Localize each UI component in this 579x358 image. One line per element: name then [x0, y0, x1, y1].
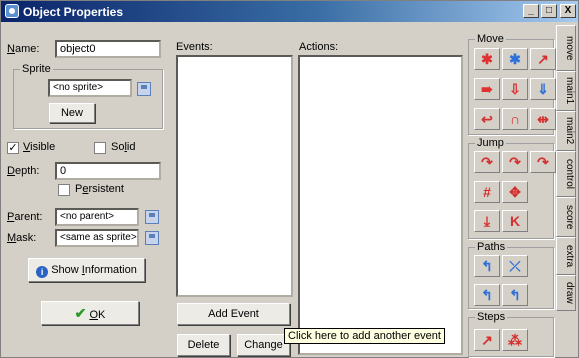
- tab-extra[interactable]: extra: [556, 237, 576, 275]
- title-bar[interactable]: Object Properties _ □ X: [1, 1, 578, 22]
- mask-menu-icon[interactable]: [145, 231, 159, 245]
- reverse-vertical-icon[interactable]: ∩: [502, 108, 528, 130]
- step-avoiding-icon[interactable]: ⁂: [502, 329, 528, 351]
- object-properties-window: Object Properties _ □ X Name: object0 Sp…: [0, 0, 579, 358]
- path-position-icon[interactable]: ↰: [474, 284, 500, 306]
- set-path-icon[interactable]: ↰: [474, 255, 500, 277]
- tab-main1[interactable]: main1: [556, 71, 576, 111]
- events-label: Events:: [176, 41, 213, 53]
- move-fixed-icon[interactable]: ✱: [474, 48, 500, 70]
- friction-icon[interactable]: ⇹: [530, 108, 556, 130]
- vertical-speed-icon[interactable]: ⇩: [502, 78, 528, 100]
- name-label: Name:: [7, 43, 40, 55]
- minimize-button[interactable]: _: [523, 4, 539, 18]
- depth-field[interactable]: 0: [55, 162, 161, 180]
- tab-score[interactable]: score: [556, 197, 576, 237]
- actions-label: Actions:: [299, 41, 339, 53]
- events-list[interactable]: [176, 55, 293, 297]
- depth-label: Depth:: [7, 165, 40, 177]
- sprite-menu-icon[interactable]: [137, 82, 151, 96]
- horizontal-speed-icon[interactable]: ➠: [474, 78, 500, 100]
- persistent-checkbox[interactable]: [58, 184, 70, 196]
- delete-event-button[interactable]: Delete: [177, 334, 230, 356]
- step-towards-icon[interactable]: ↗: [474, 329, 500, 351]
- object-icon: [5, 4, 19, 18]
- actions-list[interactable]: [298, 55, 463, 355]
- steps-group-title: Steps: [475, 311, 508, 323]
- parent-field[interactable]: <no parent>: [55, 208, 139, 226]
- end-path-icon[interactable]: ⤫: [502, 255, 528, 277]
- sprite-group-title: Sprite: [20, 63, 53, 75]
- tab-draw[interactable]: draw: [556, 275, 576, 311]
- show-information-button[interactable]: i Show Information: [28, 258, 145, 282]
- reverse-horizontal-icon[interactable]: ↩: [474, 108, 500, 130]
- ok-button[interactable]: ✔ OK: [41, 301, 139, 325]
- path-speed-icon[interactable]: ↰: [502, 284, 528, 306]
- tab-move[interactable]: move: [556, 25, 576, 71]
- jump-to-random-icon[interactable]: ↷: [530, 151, 556, 173]
- jump-group-title: Jump: [475, 137, 506, 149]
- maximize-button[interactable]: □: [541, 4, 557, 18]
- persistent-label: Persistent: [75, 183, 124, 195]
- parent-menu-icon[interactable]: [145, 210, 159, 224]
- move-to-contact-icon[interactable]: ⤓: [474, 210, 500, 232]
- align-to-grid-icon[interactable]: #: [474, 181, 500, 203]
- solid-label: Solid: [111, 141, 136, 153]
- gravity-icon[interactable]: ⇓: [530, 78, 556, 100]
- window-title: Object Properties: [23, 5, 124, 19]
- info-icon: i: [36, 266, 49, 278]
- mask-field[interactable]: <same as sprite>: [55, 229, 139, 247]
- bounce-icon[interactable]: K: [502, 210, 528, 232]
- tab-control[interactable]: control: [556, 151, 576, 197]
- jump-to-start-icon[interactable]: ↷: [502, 151, 528, 173]
- visible-checkbox[interactable]: ✓: [7, 142, 19, 154]
- move-towards-icon[interactable]: ↗: [530, 48, 556, 70]
- jump-to-position-icon[interactable]: ↷: [474, 151, 500, 173]
- wrap-screen-icon[interactable]: ✥: [502, 181, 528, 203]
- paths-group-title: Paths: [475, 241, 508, 253]
- checkmark-icon: ✔: [74, 305, 87, 321]
- name-field[interactable]: object0: [55, 40, 161, 58]
- solid-checkbox[interactable]: [94, 142, 106, 154]
- tab-main2[interactable]: main2: [556, 111, 576, 151]
- parent-label: Parent:: [7, 211, 43, 223]
- change-event-button[interactable]: Change: [237, 334, 290, 356]
- new-sprite-button[interactable]: New: [49, 103, 95, 123]
- sprite-field[interactable]: <no sprite>: [48, 79, 132, 97]
- move-free-icon[interactable]: ✱: [502, 48, 528, 70]
- mask-label: Mask:: [7, 232, 37, 244]
- move-group-title: Move: [475, 33, 506, 45]
- add-event-button[interactable]: Add Event: [177, 303, 290, 325]
- close-button[interactable]: X: [560, 4, 576, 18]
- visible-label: Visible: [23, 141, 56, 153]
- add-event-tooltip: Click here to add another event: [284, 328, 445, 344]
